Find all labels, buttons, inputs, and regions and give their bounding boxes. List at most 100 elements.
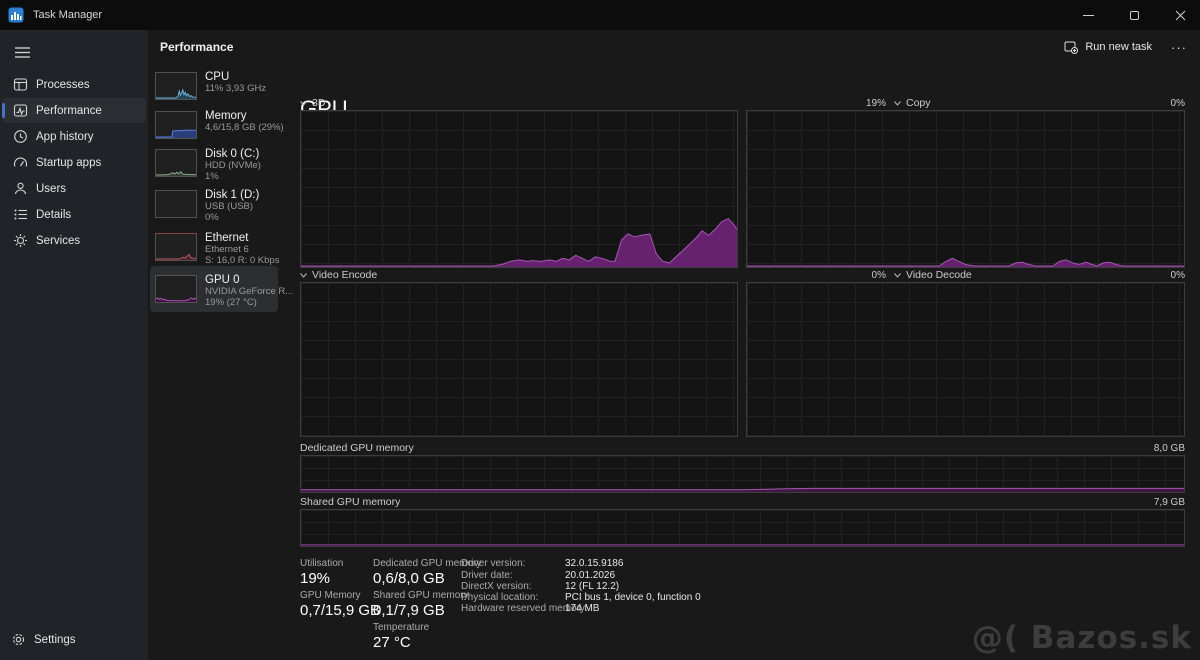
sidebar-item-label: Performance [36, 105, 102, 117]
chevron-down-icon [894, 273, 901, 278]
sidebar-item-services[interactable]: Services [2, 228, 146, 253]
sidebar-item-startup-apps[interactable]: Startup apps [2, 150, 146, 175]
cpu-mini-chart [155, 72, 197, 100]
physical-location-value: PCI bus 1, device 0, function 0 [565, 592, 701, 603]
processes-icon [12, 77, 28, 92]
directx-version-value: 12 (FL 12.2) [565, 581, 619, 592]
chart-label-3d[interactable]: 3D [300, 97, 325, 109]
dedicated-memory-chart [300, 455, 1185, 493]
gpu-video-encode-chart [300, 282, 738, 437]
driver-date-label: Driver date: [461, 570, 513, 581]
chart-label-text: Video Encode [312, 269, 377, 281]
perf-item-sub: USB (USB) [205, 201, 280, 212]
stat-temperature-label: Temperature [373, 622, 429, 633]
stat-dedicated-value: 0,6/8,0 GB [373, 570, 445, 587]
directx-version-label: DirectX version: [461, 581, 532, 592]
sidebar-item-label: Processes [36, 79, 90, 91]
content-area: Performance Run new task ··· CPU 11% 3,9… [148, 30, 1200, 660]
more-options-button[interactable]: ··· [1166, 36, 1192, 58]
task-manager-window: Task Manager Processes Performance [0, 0, 1200, 660]
sidebar-item-app-history[interactable]: App history [2, 124, 146, 149]
minimize-icon [1083, 10, 1094, 21]
perf-item-title: CPU [205, 71, 280, 83]
sidebar-item-label: App history [36, 131, 94, 143]
disk1-mini-chart [155, 190, 197, 218]
stat-shared-label: Shared GPU memory [373, 590, 469, 601]
perf-item-title: Memory [205, 110, 280, 122]
stat-shared-value: 0,1/7,9 GB [373, 602, 445, 619]
perf-item-sub: 0% [205, 212, 280, 223]
watermark: @( Bazos.sk [972, 620, 1192, 656]
driver-date-value: 20.01.2026 [565, 570, 615, 581]
stat-utilisation-label: Utilisation [300, 558, 343, 569]
dedicated-memory-max: 8,0 GB [1105, 443, 1185, 454]
gpu-3d-chart [300, 110, 738, 268]
task-manager-app-icon [8, 7, 24, 23]
hardware-reserved-value: 174 MB [565, 603, 599, 614]
sidebar-item-details[interactable]: Details [2, 202, 146, 227]
run-new-task-icon [1064, 40, 1078, 54]
sidebar-item-users[interactable]: Users [2, 176, 146, 201]
disk0-mini-chart [155, 149, 197, 177]
minimize-button[interactable] [1068, 0, 1108, 30]
services-icon [12, 233, 28, 248]
memory-mini-chart [155, 111, 197, 139]
sidebar-item-processes[interactable]: Processes [2, 72, 146, 97]
sidebar-item-label: Details [36, 209, 71, 221]
page-title: Performance [160, 40, 233, 54]
chart-label-copy[interactable]: Copy [894, 97, 931, 109]
perf-item-sub: 19% (27 °C) [205, 297, 280, 308]
maximize-icon [1129, 10, 1140, 21]
driver-version-label: Driver version: [461, 558, 525, 569]
perf-item-sub: 11% 3,93 GHz [205, 83, 280, 94]
sidebar-item-performance[interactable]: Performance [2, 98, 146, 123]
perf-item-sub: S: 16,0 R: 0 Kbps [205, 255, 280, 266]
chevron-down-icon [894, 101, 901, 106]
dedicated-memory-label: Dedicated GPU memory [300, 442, 414, 454]
stat-gpu-memory-label: GPU Memory [300, 590, 361, 601]
perf-item-title: Disk 0 (C:) [205, 148, 280, 160]
driver-version-value: 32.0.15.9186 [565, 558, 623, 569]
chart-value-video-decode: 0% [1107, 270, 1185, 281]
stat-gpu-memory-value: 0,7/15,9 GB [300, 602, 380, 619]
perf-item-sub: HDD (NVMe) [205, 160, 280, 171]
chevron-down-icon [300, 101, 307, 106]
menu-toggle-button[interactable] [8, 38, 36, 66]
window-title: Task Manager [33, 9, 102, 21]
run-new-task-button[interactable]: Run new task [1056, 36, 1160, 58]
perf-item-sub: NVIDIA GeForce R... [205, 286, 280, 297]
users-icon [12, 181, 28, 196]
shared-memory-label: Shared GPU memory [300, 496, 400, 508]
chart-label-text: 3D [312, 97, 325, 109]
details-icon [12, 207, 28, 222]
maximize-button[interactable] [1114, 0, 1154, 30]
chart-label-text: Video Decode [906, 269, 972, 281]
chevron-down-icon [300, 273, 307, 278]
chart-label-video-encode[interactable]: Video Encode [300, 269, 377, 281]
titlebar: Task Manager [0, 0, 1200, 30]
performance-icon [12, 103, 28, 118]
ethernet-mini-chart [155, 233, 197, 261]
settings-gear-icon [10, 632, 26, 647]
gpu0-mini-chart [155, 275, 197, 303]
chart-label-video-decode[interactable]: Video Decode [894, 269, 972, 281]
stat-utilisation-value: 19% [300, 570, 330, 587]
sidebar-item-settings[interactable]: Settings [2, 627, 146, 652]
close-icon [1175, 10, 1186, 21]
perf-list-item-gpu0[interactable]: GPU 0 NVIDIA GeForce R... 19% (27 °C) [150, 266, 278, 312]
physical-location-label: Physical location: [461, 592, 538, 603]
stat-temperature-value: 27 °C [373, 634, 411, 651]
startup-apps-icon [12, 155, 28, 170]
hamburger-icon [15, 47, 30, 58]
settings-label: Settings [34, 634, 76, 646]
perf-item-sub: 4,6/15,8 GB (29%) [205, 122, 280, 133]
perf-item-title: Disk 1 (D:) [205, 189, 280, 201]
perf-item-sub: 1% [205, 171, 280, 182]
sidebar-item-label: Users [36, 183, 66, 195]
perf-item-sub: Ethernet 6 [205, 244, 280, 255]
gpu-video-decode-chart [746, 282, 1185, 437]
close-button[interactable] [1160, 0, 1200, 30]
chart-value-3d: 19% [808, 98, 886, 109]
sidebar: Processes Performance App history Startu… [0, 30, 148, 660]
sidebar-item-label: Startup apps [36, 157, 101, 169]
